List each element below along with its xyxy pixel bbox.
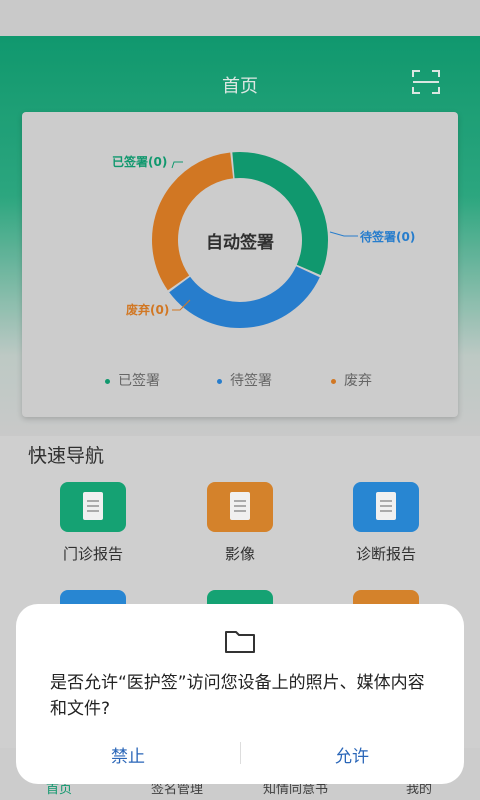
permission-message: 是否允许“医护签”访问您设备上的照片、媒体内容和文件? xyxy=(50,673,425,719)
allow-button[interactable]: 允许 xyxy=(240,742,464,767)
permission-dialog: 是否允许“医护签”访问您设备上的照片、媒体内容和文件? 禁止 允许 xyxy=(16,604,464,784)
folder-icon xyxy=(225,631,255,653)
screen: 首页 自动签署 已签署(0) 待签署(0) 废弃(0) 已签署 待签署 废弃 快… xyxy=(0,0,480,800)
deny-button[interactable]: 禁止 xyxy=(16,742,240,767)
